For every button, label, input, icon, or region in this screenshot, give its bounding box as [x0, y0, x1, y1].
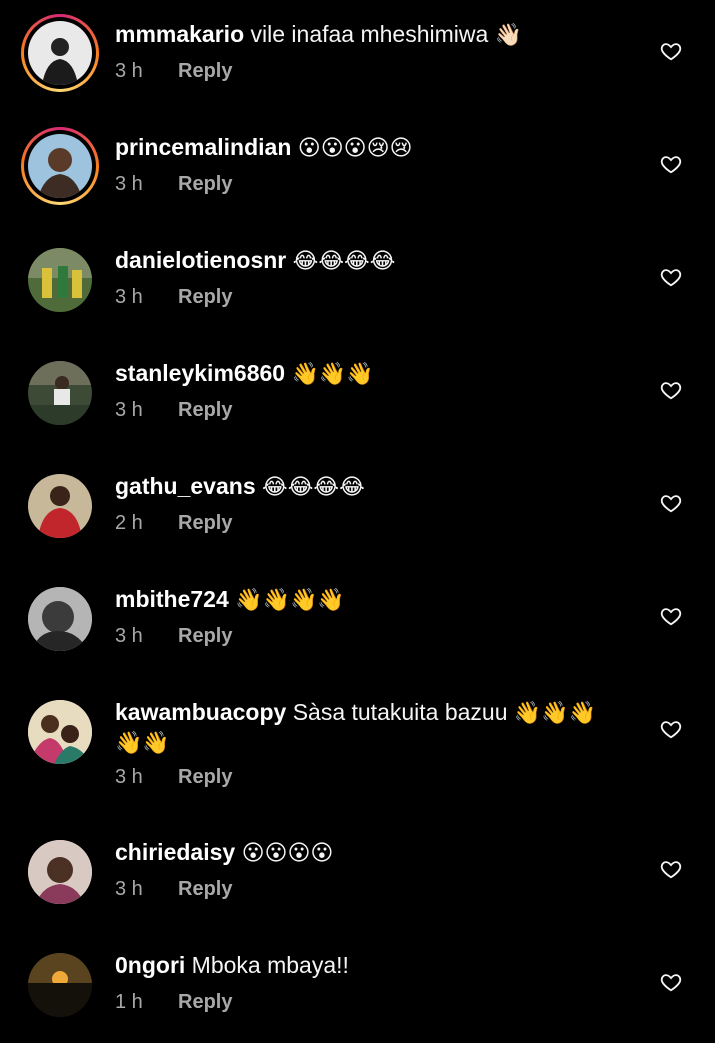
comment-username[interactable]: gathu_evans	[115, 473, 256, 499]
comment-time: 1 h	[115, 991, 143, 1013]
heart-outline-icon[interactable]	[660, 492, 682, 514]
comment-meta: 1 h Reply	[115, 991, 232, 1014]
reply-button[interactable]: Reply	[178, 625, 232, 648]
avatar[interactable]	[28, 700, 92, 764]
comment-text: vile inafaa mheshimiwa	[250, 21, 489, 47]
comment-username[interactable]: princemalindian	[115, 134, 291, 160]
reply-button[interactable]: Reply	[178, 766, 232, 789]
comment-emoji: 👋🏻	[494, 23, 523, 48]
comment-time: 3 h	[115, 173, 143, 195]
heart-outline-icon[interactable]	[660, 153, 682, 175]
comment-meta: 3 h Reply	[115, 766, 232, 789]
avatar[interactable]	[28, 840, 92, 904]
comment-emoji: 😂😂😂😂	[262, 475, 365, 500]
comment-body: stanleykim6860 👋👋👋	[115, 359, 625, 389]
avatar	[28, 21, 92, 85]
comment-body: gathu_evans 😂😂😂😂	[115, 472, 625, 502]
comment-meta: 3 h Reply	[115, 878, 232, 901]
comment-body: mmmakario vile inafaa mheshimiwa 👋🏻	[115, 20, 625, 50]
comment-body: chiriedaisy 😮😮😮😮	[115, 838, 625, 868]
heart-outline-icon[interactable]	[660, 605, 682, 627]
heart-outline-icon[interactable]	[660, 858, 682, 880]
heart-outline-icon[interactable]	[660, 971, 682, 993]
comment-time: 3 h	[115, 60, 143, 82]
comment-username[interactable]: kawambuacopy	[115, 699, 286, 725]
reply-button[interactable]: Reply	[178, 173, 232, 196]
avatar[interactable]	[28, 953, 92, 1017]
comment-time: 3 h	[115, 878, 143, 900]
heart-outline-icon[interactable]	[660, 718, 682, 740]
comment-meta: 3 h Reply	[115, 399, 232, 422]
comment-emoji: 👋👋👋👋	[235, 588, 345, 613]
avatar[interactable]	[28, 248, 92, 312]
comment-time: 3 h	[115, 286, 143, 308]
avatar[interactable]	[28, 361, 92, 425]
comment-body: princemalindian 😮😮😮😢😢	[115, 133, 625, 163]
heart-outline-icon[interactable]	[660, 266, 682, 288]
reply-button[interactable]: Reply	[178, 512, 232, 535]
comment-time: 3 h	[115, 766, 143, 788]
comment-emoji: 👋👋👋	[291, 362, 374, 387]
avatar[interactable]	[28, 587, 92, 651]
avatar-story-ring[interactable]	[21, 14, 99, 92]
comment-username[interactable]: 0ngori	[115, 952, 185, 978]
comment-meta: 2 h Reply	[115, 512, 232, 535]
comment-username[interactable]: stanleykim6860	[115, 360, 285, 386]
heart-outline-icon[interactable]	[660, 40, 682, 62]
reply-button[interactable]: Reply	[178, 878, 232, 901]
heart-outline-icon[interactable]	[660, 379, 682, 401]
comment-time: 3 h	[115, 399, 143, 421]
comment-meta: 3 h Reply	[115, 60, 232, 83]
comment-time: 2 h	[115, 512, 143, 534]
reply-button[interactable]: Reply	[178, 286, 232, 309]
comment-meta: 3 h Reply	[115, 173, 232, 196]
comment-meta: 3 h Reply	[115, 625, 232, 648]
comment-time: 3 h	[115, 625, 143, 647]
comment-body: mbithe724 👋👋👋👋	[115, 585, 625, 615]
comment-username[interactable]: chiriedaisy	[115, 839, 235, 865]
comment-username[interactable]: danielotienosnr	[115, 247, 286, 273]
comment-emoji: 😮😮😮😮	[241, 841, 334, 866]
reply-button[interactable]: Reply	[178, 991, 232, 1014]
reply-button[interactable]: Reply	[178, 399, 232, 422]
comment-text: Mboka mbaya!!	[191, 952, 349, 978]
comment-username[interactable]: mbithe724	[115, 586, 229, 612]
avatar	[28, 134, 92, 198]
comment-text: Sàsa tutakuita bazuu	[292, 699, 508, 725]
comment-username[interactable]: mmmakario	[115, 21, 244, 47]
comment-body: 0ngori Mboka mbaya!!	[115, 951, 625, 981]
reply-button[interactable]: Reply	[178, 60, 232, 83]
avatar[interactable]	[28, 474, 92, 538]
comment-body: danielotienosnr 😂😂😂😂	[115, 246, 625, 276]
comment-meta: 3 h Reply	[115, 286, 232, 309]
comment-emoji: 😮😮😮😢😢	[297, 136, 413, 161]
avatar-story-ring[interactable]	[21, 127, 99, 205]
comment-emoji: 😂😂😂😂	[292, 249, 396, 274]
comment-body: kawambuacopy Sàsa tutakuita bazuu 👋👋👋 👋👋	[115, 698, 625, 758]
